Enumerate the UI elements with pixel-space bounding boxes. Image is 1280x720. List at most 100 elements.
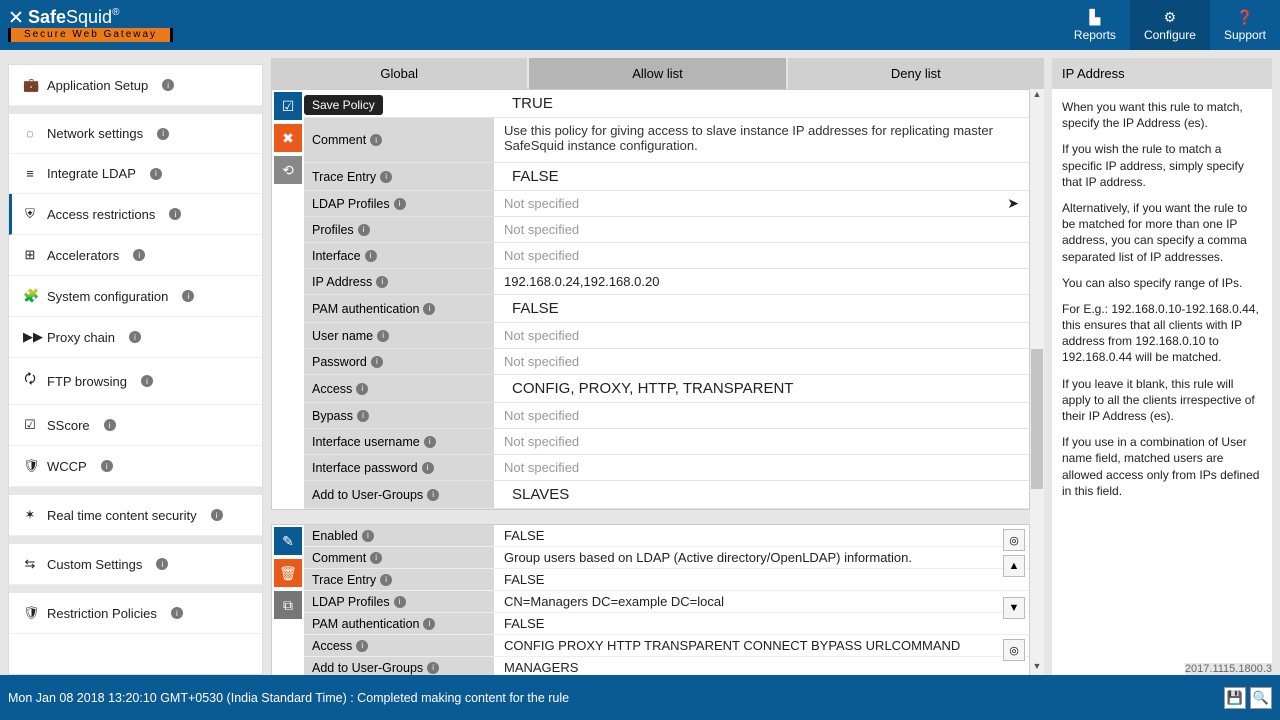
enabled-value[interactable]: TRUE [494,90,1029,117]
edit-policy-button[interactable]: ✎ [274,527,302,555]
user-groups-value[interactable]: SLAVES [494,481,1029,508]
clone-policy-button[interactable]: ⧉ [274,591,302,619]
interface-username-field[interactable]: Not specified [494,429,1029,454]
move-up-button[interactable]: ▲ [1003,555,1025,577]
label-comment: Commenti [304,118,494,162]
ip-address-field[interactable]: 192.168.0.24,192.168.0.20 [494,269,1029,294]
info-icon[interactable]: i [423,618,435,630]
info-icon[interactable]: i [133,249,145,261]
label-comment: Commenti [304,547,494,568]
save-policy-button[interactable]: ☑Save Policy [274,92,302,120]
sidebar-item-access-restrictions[interactable]: ⛨Access restrictionsi [9,194,262,235]
info-icon[interactable]: i [376,276,388,288]
comment-textarea[interactable] [504,123,1019,157]
info-icon[interactable]: i [427,662,439,674]
top-nav: ▙Reports ⚙Configure ❓Support [1060,0,1280,50]
info-icon[interactable]: i [380,171,392,183]
info-icon[interactable]: i [182,290,194,302]
trace-value: FALSE [494,569,1029,590]
label-access: Accessi [304,375,494,402]
info-icon[interactable]: i [357,410,369,422]
undo-button[interactable]: ⟲ [274,156,302,184]
scroll-down-icon[interactable]: ▼ [1030,661,1044,675]
comment-field[interactable] [494,118,1029,162]
info-icon[interactable]: i [356,640,368,652]
info-icon[interactable]: i [171,607,183,619]
sidebar-item-network[interactable]: ◌Network settingsi [9,114,262,154]
nav-reports[interactable]: ▙Reports [1060,0,1130,50]
info-icon[interactable]: i [394,198,406,210]
info-icon[interactable]: i [129,331,141,343]
password-field[interactable]: Not specified [494,349,1029,374]
sidebar-item-ftp[interactable]: 🗘FTP browsingi [9,358,262,405]
info-icon[interactable]: i [169,208,181,220]
scroll-thumb[interactable] [1031,349,1043,489]
policy-panel-collapsed: ✎ 🗑 ⧉ EnablediFALSE CommentiGroup users … [271,524,1030,675]
sidebar-item-application-setup[interactable]: 💼Application Setupi [9,65,262,106]
info-icon[interactable]: i [394,596,406,608]
logo: SafeSquid® Secure Web Gateway [8,8,173,42]
sidebar-item-restriction-policies[interactable]: 🛡Restriction Policiesi [9,593,262,634]
sidebar-item-wccp[interactable]: 🛡WCCPi [9,446,262,487]
tab-allow-list[interactable]: Allow list [529,58,785,89]
label-ldap-profiles: LDAP Profilesi [304,191,494,216]
target-button-2[interactable]: ◎ [1003,639,1025,661]
label-profiles: Profilesi [304,217,494,242]
info-icon[interactable]: i [162,79,174,91]
info-icon[interactable]: i [141,375,153,387]
access-value[interactable]: CONFIG, PROXY, HTTP, TRANSPARENT [494,375,1029,402]
info-icon[interactable]: i [156,558,168,570]
move-down-button[interactable]: ▼ [1003,597,1025,619]
ldap-profiles-field[interactable]: Not specified➤ [494,191,1029,216]
info-icon[interactable]: i [370,134,382,146]
pam-value[interactable]: FALSE [494,295,1029,322]
tab-deny-list[interactable]: Deny list [788,58,1044,89]
info-icon[interactable]: i [380,574,392,586]
sidebar-item-sscore[interactable]: ☑SScorei [9,405,262,446]
scrollbar[interactable]: ▲ ▼ [1030,89,1044,675]
info-icon[interactable]: i [157,128,169,140]
bypass-field[interactable]: Not specified [494,403,1029,428]
sidebar-item-proxy-chain[interactable]: ▶▶Proxy chaini [9,317,262,358]
sidebar-item-system-config[interactable]: 🧩System configurationi [9,276,262,317]
target-button[interactable]: ◎ [1003,529,1025,551]
info-icon[interactable]: i [371,356,383,368]
info-icon[interactable]: i [104,419,116,431]
info-icon[interactable]: i [370,552,382,564]
info-icon[interactable]: i [211,509,223,521]
info-icon[interactable]: i [150,168,162,180]
nav-support[interactable]: ❓Support [1210,0,1280,50]
info-icon[interactable]: i [427,489,439,501]
delete-policy-button[interactable]: 🗑 [274,559,302,587]
trace-value[interactable]: FALSE [494,163,1029,190]
info-icon[interactable]: i [356,383,368,395]
save-icon-button[interactable]: 💾 [1224,687,1246,709]
send-icon[interactable]: ➤ [1007,195,1019,212]
interface-field[interactable]: Not specified [494,243,1029,268]
footer: Mon Jan 08 2018 13:20:10 GMT+0530 (India… [0,675,1280,720]
info-icon[interactable]: i [358,224,370,236]
sidebar-item-realtime[interactable]: ✶Real time content securityi [9,495,262,536]
search-icon-button[interactable]: 🔍 [1250,687,1272,709]
info-icon[interactable]: i [423,303,435,315]
info-icon[interactable]: i [424,436,436,448]
nav-configure[interactable]: ⚙Configure [1130,0,1210,50]
delete-policy-button[interactable]: ✖ [274,124,302,152]
label-bypass: Bypassi [304,403,494,428]
sidebar-item-accelerators[interactable]: ⊞Acceleratorsi [9,235,262,276]
brand-name: SafeSquid® [28,8,119,26]
sidebar-item-ldap[interactable]: ≡Integrate LDAPi [9,154,262,194]
info-icon[interactable]: i [365,250,377,262]
username-field[interactable]: Not specified [494,323,1029,348]
tab-global[interactable]: Global [271,58,527,89]
sliders-icon: ⇆ [23,556,37,572]
interface-password-field[interactable]: Not specified [494,455,1029,480]
sidebar-item-custom[interactable]: ⇆Custom Settingsi [9,544,262,585]
info-icon[interactable]: i [101,460,113,472]
help-icon: ❓ [1236,9,1253,26]
profiles-field[interactable]: Not specified [494,217,1029,242]
info-icon[interactable]: i [362,530,374,542]
info-icon[interactable]: i [422,462,434,474]
scroll-up-icon[interactable]: ▲ [1030,89,1044,103]
info-icon[interactable]: i [377,330,389,342]
